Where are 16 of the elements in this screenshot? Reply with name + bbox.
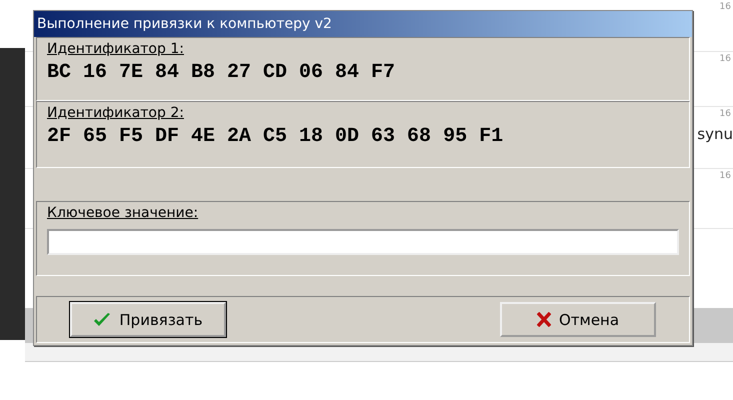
row-number: 16 [720, 2, 731, 12]
cancel-button[interactable]: Отмена [500, 302, 656, 337]
identifier-label: Идентификатор 2: [47, 105, 184, 121]
identifier-value: BC 16 7E 84 B8 27 CD 06 84 F7 [47, 61, 396, 84]
message-text: synu [697, 125, 733, 143]
row-number: 16 [720, 54, 731, 64]
checkmark-icon [93, 312, 112, 328]
key-input[interactable] [47, 229, 679, 255]
window-title: Выполнение привязки к компьютеру v2 [34, 11, 692, 37]
key-label: Ключевое значение: [47, 205, 198, 221]
row-number: 16 [720, 109, 731, 119]
identifier-label: Идентификатор 1: [47, 41, 184, 57]
identifier-value: 2F 65 F5 DF 4E 2A C5 18 0D 63 68 95 F1 [47, 125, 504, 148]
row-number: 16 [720, 171, 731, 181]
bind-button[interactable]: Привязать [70, 302, 226, 337]
cross-icon [536, 312, 551, 327]
